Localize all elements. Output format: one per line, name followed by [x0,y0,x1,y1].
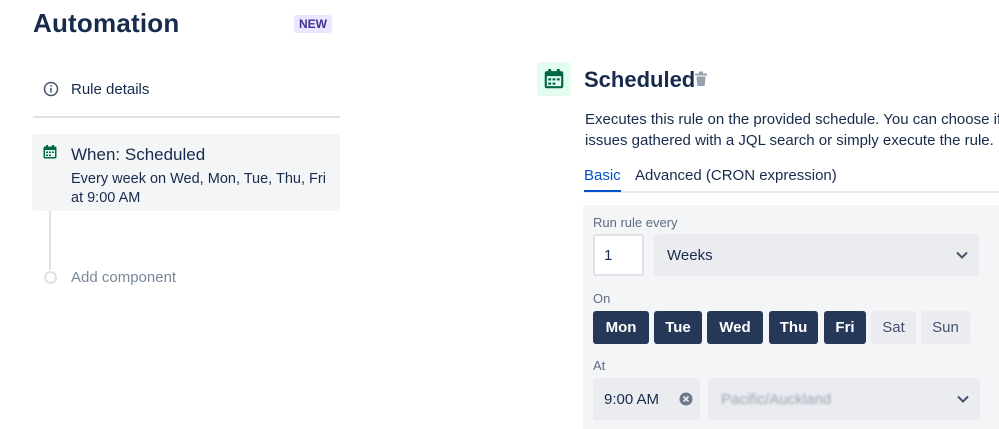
run-every-label: Run rule every [593,215,678,230]
component-description-line: issues gathered with a JQL search or sim… [585,132,994,149]
timezone-value: Pacific/Auckland [721,391,832,408]
trash-icon[interactable] [694,71,708,92]
add-component-button[interactable]: Add component [71,269,176,286]
at-label: At [593,358,606,373]
tab-advanced[interactable]: Advanced (CRON expression) [635,167,837,184]
trigger-description: Every week on Wed, Mon, Tue, Thu, Fri at… [71,171,326,206]
interval-input[interactable] [593,234,646,276]
component-description: Executes this rule on the provided sched… [585,109,999,151]
new-badge: NEW [294,15,332,33]
add-component-dot [44,271,57,284]
calendar-icon [537,62,571,96]
day-toggle-tue[interactable]: Tue [654,311,702,344]
trigger-heading: When: Scheduled [71,145,206,164]
day-toggle-fri[interactable]: Fri [824,311,866,344]
info-icon [43,81,59,102]
component-description-line: Executes this rule on the provided sched… [585,111,999,128]
day-toggle-sat[interactable]: Sat [871,311,916,344]
timezone-select[interactable]: Pacific/Auckland [708,378,980,420]
interval-unit-select[interactable]: Weeks [654,234,979,276]
tab-basic[interactable]: Basic [584,167,621,192]
day-toggle-thu[interactable]: Thu [769,311,818,344]
chevron-down-icon [956,392,970,411]
component-title: Scheduled [584,67,696,92]
page-title: Automation [33,8,180,38]
rule-details-item[interactable]: Rule details [33,78,340,118]
interval-unit-value: Weeks [667,247,713,264]
calendar-icon [43,145,57,164]
trigger-card[interactable]: When: Scheduled Every week on Wed, Mon, … [32,134,340,211]
chevron-down-icon [955,248,969,267]
time-value: 9:00 AM [604,391,660,408]
day-toggle-wed[interactable]: Wed [707,311,763,344]
rule-details-label: Rule details [71,81,150,98]
time-input[interactable]: 9:00 AM [593,378,700,420]
clear-icon[interactable] [679,392,693,411]
day-toggle-mon[interactable]: Mon [593,311,649,344]
day-toggle-sun[interactable]: Sun [921,311,970,344]
tab-bar: Basic Advanced (CRON expression) [584,164,999,193]
on-label: On [593,291,611,306]
interval-field[interactable] [602,246,646,265]
